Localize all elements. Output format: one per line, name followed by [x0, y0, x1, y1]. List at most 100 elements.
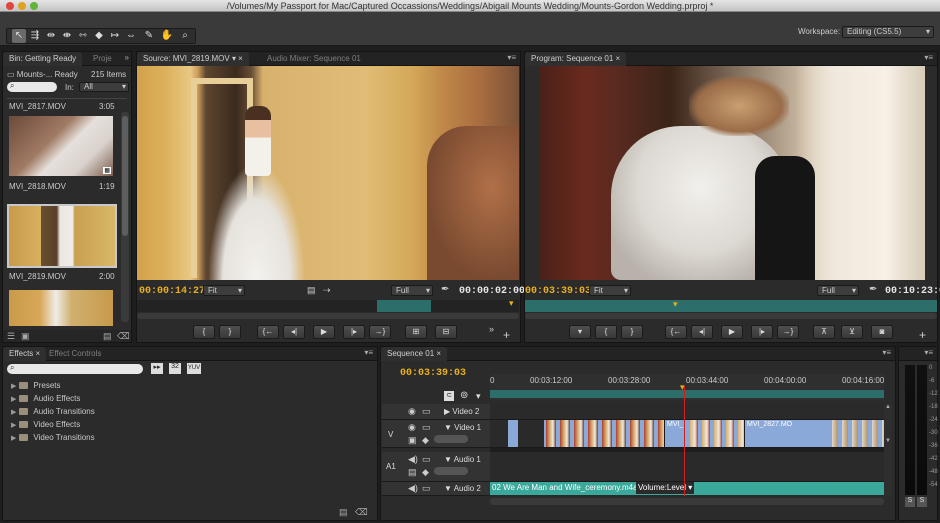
add-marker-icon[interactable]: ▾ — [476, 391, 481, 402]
timeline-timecode[interactable]: 00:03:39:03 — [400, 368, 466, 379]
scroll-down-icon[interactable]: ▼ — [885, 438, 891, 444]
step-back-button[interactable]: ◂| — [283, 325, 305, 339]
keyframe-icon[interactable]: ◆ — [422, 467, 429, 478]
solo-right-button[interactable]: S — [917, 497, 927, 507]
32bit-effects-icon[interactable]: 32 — [169, 363, 181, 374]
in-filter-dropdown[interactable]: All ▾ — [79, 82, 129, 92]
track-lane-audio1[interactable] — [490, 452, 884, 482]
mark-out-button[interactable]: } — [621, 325, 643, 339]
clip-thumbnail[interactable] — [9, 290, 113, 326]
tab-sequence[interactable]: Sequence 01 × — [381, 347, 448, 361]
effects-folder-audio-transitions[interactable]: ▶ Audio Transitions — [11, 405, 95, 418]
track-target[interactable]: V — [388, 430, 393, 439]
trash-icon[interactable]: ⌫ — [355, 507, 368, 518]
overwrite-button[interactable]: ⊟ — [435, 325, 457, 339]
eye-icon[interactable]: ◉ — [408, 406, 416, 417]
track-lane-audio2[interactable]: 02 We Are Man and Wife_ceremony.m4a Volu… — [490, 482, 884, 496]
workspace-dropdown[interactable]: Editing (CS5.5) ▾ — [842, 26, 934, 38]
expand-triangle-icon[interactable]: ▶ — [11, 432, 16, 445]
scrollbar-thumb[interactable] — [122, 116, 128, 236]
program-zoom-bar[interactable] — [525, 313, 937, 319]
button-editor-plus-icon[interactable]: + — [503, 328, 510, 342]
program-timeline-strip[interactable]: ▾ — [525, 299, 937, 312]
clip-name[interactable]: MVI_2819.MOV — [9, 272, 66, 281]
playhead-marker-icon[interactable]: ▾ — [509, 298, 514, 309]
lock-icon[interactable]: ▭ — [422, 483, 431, 494]
timeline-vertical-scrollbar[interactable]: ▲ ▼ — [884, 404, 892, 496]
bin-search-input[interactable]: ⌕ — [7, 81, 57, 92]
yuv-effects-icon[interactable]: YUV — [187, 363, 201, 374]
extract-button[interactable]: ⊻ — [841, 325, 863, 339]
audio-fx-dropdown[interactable]: Volume:Level ▾ — [636, 482, 695, 494]
zoom-window-button[interactable] — [30, 2, 38, 10]
panel-menu-icon[interactable]: ▾≡ — [507, 53, 516, 62]
playhead-marker-icon[interactable]: ▾ — [673, 299, 678, 310]
keyframe-nav[interactable] — [434, 467, 468, 475]
keyframe-icon[interactable]: ◆ — [422, 435, 429, 446]
source-zoom-bar[interactable] — [137, 313, 519, 319]
settings-wrench-icon[interactable]: ✒ — [441, 284, 449, 295]
tab-program[interactable]: Program: Sequence 01 × — [525, 52, 627, 66]
video-clip-sequence[interactable] — [688, 420, 744, 447]
ripple-edit-icon[interactable]: ⇹ — [44, 29, 58, 43]
new-bin-icon[interactable]: ▤ — [103, 331, 112, 342]
accelerated-effects-icon[interactable]: ▸▸ — [151, 363, 163, 374]
program-timecode[interactable]: 00:03:39:03 — [525, 286, 591, 297]
go-to-out-button[interactable]: →} — [777, 325, 799, 339]
eye-icon[interactable]: ◉ — [408, 422, 416, 433]
step-forward-button[interactable]: |▸ — [751, 325, 773, 339]
track-select-icon[interactable]: ⇶ — [28, 29, 42, 43]
clip-thumbnail[interactable]: ▦ — [9, 116, 113, 176]
panel-menu-icon[interactable]: ▾≡ — [924, 348, 933, 357]
panel-menu-icon[interactable]: ▾≡ — [364, 348, 373, 357]
time-ruler[interactable]: 0 00:03:12:00 00:03:28:00 00:03:44:00 00… — [490, 374, 884, 400]
effects-folder-video-effects[interactable]: ▶ Video Effects — [11, 418, 80, 431]
settings-wrench-icon[interactable]: ✒ — [869, 284, 877, 295]
step-back-button[interactable]: ◂| — [691, 325, 713, 339]
track-target[interactable]: A1 — [386, 462, 396, 471]
source-timeline-strip[interactable]: ▾ — [137, 298, 519, 312]
panel-menu-icon[interactable]: ▾≡ — [924, 53, 933, 62]
source-quality-dropdown[interactable]: Full ▾ — [391, 285, 433, 296]
more-buttons-icon[interactable]: » — [489, 324, 494, 334]
clip-thumbnail-selected[interactable] — [7, 204, 117, 268]
speaker-icon[interactable]: ◀) — [408, 483, 418, 494]
track-lane-video1[interactable]: MVI_ MVI_2827.MO — [490, 420, 884, 448]
effects-search-input[interactable]: ⌕ — [7, 363, 143, 374]
tab-source[interactable]: Source: MVI_2819.MOV ▾ × — [137, 52, 249, 66]
selection-tool-icon[interactable]: ↖ — [12, 29, 26, 43]
razor-tool-icon[interactable]: ◆ — [92, 29, 106, 43]
source-video-frame[interactable] — [137, 66, 519, 280]
slide-tool-icon[interactable]: ⇔ — [124, 29, 138, 43]
track-lane-video2[interactable] — [490, 404, 884, 420]
program-quality-dropdown[interactable]: Full ▾ — [817, 285, 859, 296]
video-clip[interactable] — [508, 420, 518, 447]
go-to-in-button[interactable]: {← — [665, 325, 687, 339]
slip-tool-icon[interactable]: ↦ — [108, 29, 122, 43]
speaker-icon[interactable]: ◀) — [408, 454, 418, 465]
program-video-frame[interactable] — [539, 66, 925, 280]
mark-out-button[interactable]: } — [219, 325, 241, 339]
program-fit-dropdown[interactable]: Fit ▾ — [589, 285, 631, 296]
rolling-edit-icon[interactable]: ⇼ — [60, 29, 74, 43]
solo-left-button[interactable]: S — [905, 497, 915, 507]
playhead-marker-icon[interactable]: ▾ — [680, 382, 685, 393]
new-bin-icon[interactable]: ▤ — [339, 507, 348, 518]
play-button[interactable]: ▶ — [313, 325, 335, 339]
lock-icon[interactable]: ▭ — [422, 406, 431, 417]
trash-icon[interactable]: ⌫ — [117, 331, 130, 342]
scroll-up-icon[interactable]: ▲ — [885, 404, 891, 410]
zoom-tool-icon[interactable]: ⌕ — [178, 29, 192, 43]
icon-view-icon[interactable]: ▣ — [21, 331, 30, 342]
snap-icon[interactable]: ⊂ — [444, 391, 454, 401]
list-view-icon[interactable]: ☰ — [7, 331, 15, 342]
clip-name[interactable]: MVI_2817.MOV — [9, 102, 66, 111]
lift-button[interactable]: ⊼ — [813, 325, 835, 339]
tab-effects[interactable]: Effects × — [3, 347, 47, 361]
export-frame-button[interactable]: ◙ — [871, 325, 893, 339]
bin-scrollbar[interactable] — [121, 112, 129, 322]
work-area-bar[interactable] — [490, 390, 884, 398]
source-timecode[interactable]: 00:00:14:27 — [139, 286, 205, 297]
keyframe-nav[interactable] — [434, 435, 468, 443]
effects-folder-presets[interactable]: ▶ Presets — [11, 379, 61, 392]
